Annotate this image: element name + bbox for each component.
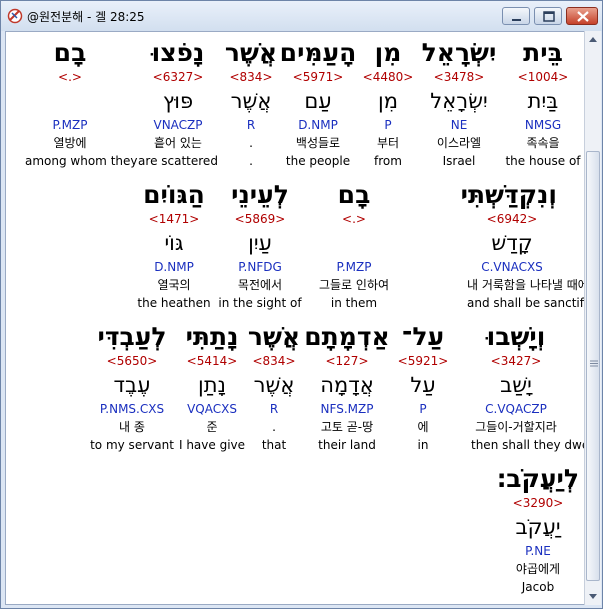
word-block[interactable]: לְעַבְדִּי <5650> עֶבֶד P.NMS.CXS 내 종 to my s… (87, 322, 177, 454)
strong-number: <5869> (234, 212, 286, 226)
hebrew-word: וְנִקְדַּשְׁתִּי (460, 180, 557, 209)
hebrew-word: נָפֹצוּ (151, 38, 205, 67)
korean-gloss: 그들이-거할지라 (475, 420, 557, 434)
korean-gloss: 목전에서 (237, 278, 283, 292)
word-block[interactable]: וְיָשְׁבוּ <3427> יָשַׁב C.VQACZP 그들이-거할지라 th… (471, 322, 585, 454)
lexical-form: יָשַׁב (500, 373, 532, 397)
scrollbar-thumb[interactable] (586, 151, 600, 581)
korean-gloss: 내 종 (119, 420, 145, 434)
grip-icon (590, 360, 598, 367)
morphology-code: P.NMS.CXS (99, 402, 165, 416)
morphology-code: P.MZP (52, 118, 88, 132)
maximize-button[interactable] (534, 7, 562, 25)
strong-number: <1471> (148, 212, 200, 226)
lexical-form: קָדַשׁ (491, 231, 533, 255)
minimize-icon (512, 19, 521, 21)
morphology-code: P.MZP (336, 260, 372, 274)
word-block[interactable]: בָם <.> P.MZP 그들로 인하여 in them (309, 180, 399, 312)
vertical-scrollbar[interactable] (584, 31, 601, 605)
word-block[interactable]: הַגּוֹיִם <1471> גּוֹי D.NMP 열국의 the heathen (129, 180, 219, 312)
korean-gloss: 내 거룩함을 나타낼 때에 (467, 278, 585, 292)
morphology-code: C.VNACXS (481, 260, 543, 274)
strong-number: <3290> (512, 496, 564, 510)
strong-number: <6327> (152, 70, 204, 84)
morphology-code: VQACXS (187, 402, 237, 416)
minimize-button[interactable] (502, 7, 530, 25)
korean-gloss: 흩어 있는 (154, 136, 202, 150)
hebrew-word: וְיָשְׁבוּ (486, 322, 546, 351)
word-block[interactable]: בָם <.> P.MZP 열방에 among whom they (25, 38, 138, 170)
morphology-code: NMSG (524, 118, 562, 132)
strong-number: <3427> (490, 354, 542, 368)
korean-gloss: 족속을 (526, 136, 560, 150)
english-gloss: Jacob (521, 580, 555, 594)
morphology-code: C.VQACZP (485, 402, 547, 416)
korean-gloss: 열국의 (157, 278, 191, 292)
verse-analysis-panel: בֵּית <1004> בַּיִת NMSG 족속을 the house of יִשְ… (5, 31, 585, 605)
morphology-code: P.NFDG (238, 260, 282, 274)
lexical-form: עַיִן (248, 231, 272, 255)
english-gloss: among whom they (25, 154, 138, 168)
english-gloss: I have give (178, 438, 246, 452)
app-window: @원전분해 - 겔 28:25 בֵּית <1004> בַּיִת NMSG 족속을… (0, 0, 603, 609)
word-block[interactable]: בֵּית <1004> בַּיִת NMSG 족속을 the house of (498, 38, 584, 170)
close-button[interactable] (566, 7, 598, 25)
strong-number: <1004> (517, 70, 569, 84)
english-gloss: in them (330, 296, 378, 310)
lexical-form: יַעֲקֹב (515, 515, 561, 539)
hebrew-word: בֵּית (523, 38, 563, 67)
morphology-code: P.NE (525, 544, 551, 558)
strong-number: <5414> (186, 354, 238, 368)
scroll-up-icon[interactable] (585, 31, 601, 48)
title-bar[interactable]: @원전분해 - 겔 28:25 (1, 1, 602, 31)
lexical-form: גּוֹי (164, 231, 184, 255)
lexical-form: בַּיִת (527, 89, 559, 113)
app-icon (7, 8, 23, 24)
hebrew-word: לְיַעֲקֹב׃ (496, 464, 580, 493)
word-block[interactable]: וְנִקְדַּשְׁתִּי <6942> קָדַשׁ C.VNACXS 내 거룩… (460, 180, 585, 312)
korean-gloss: 준 (206, 420, 218, 434)
hebrew-word: נָתַתִּי (185, 322, 239, 351)
strong-number: <5650> (106, 354, 158, 368)
hebrew-word: בָם (53, 38, 87, 67)
word-block[interactable]: נָתַתִּי <5414> נָתַן VQACXS 준 I have give (167, 322, 257, 454)
hebrew-word: בָם (337, 180, 371, 209)
english-gloss: and shall be sanctified (467, 296, 584, 310)
strong-number: <.> (58, 70, 82, 84)
lexical-form (25, 86, 115, 116)
lexical-form: עֶבֶד (113, 373, 151, 397)
word-block[interactable]: נָפֹצוּ <6327> פּוּץ VNACZP 흩어 있는 are scatter… (133, 38, 223, 170)
korean-gloss: 야곱에게 (515, 562, 561, 576)
english-gloss: are scattered (138, 154, 218, 168)
morphology-code: D.NMP (154, 260, 194, 274)
scroll-down-icon[interactable] (585, 588, 601, 605)
lexical-form: פּוּץ (162, 89, 194, 113)
english-gloss: then shall they dwell (471, 438, 585, 452)
korean-gloss: 열방에 (53, 136, 87, 150)
hebrew-word: הַגּוֹיִם (143, 180, 205, 209)
maximize-icon (543, 11, 555, 22)
hebrew-word: לְעֵינֵי (231, 180, 289, 209)
word-block[interactable]: לְיַעֲקֹב׃ <3290> יַעֲקֹב P.NE 야곱에게 Jacob (493, 464, 583, 596)
lexical-form: נָתַן (198, 373, 226, 397)
korean-gloss: 그들로 인하여 (318, 278, 390, 292)
strong-number: <.> (342, 212, 366, 226)
hebrew-word: לְעַבְדִּי (97, 322, 167, 351)
english-gloss: in the sight of (218, 296, 302, 310)
close-icon (577, 11, 589, 22)
english-gloss: the heathen (137, 296, 211, 310)
strong-number: <6942> (486, 212, 538, 226)
window-title: @원전분해 - 겔 28:25 (27, 10, 145, 24)
morphology-code: VNACZP (153, 118, 203, 132)
word-block[interactable]: לְעֵינֵי <5869> עַיִן P.NFDG 목전에서 in the sigh… (215, 180, 305, 312)
english-gloss: the house of (505, 154, 581, 168)
lexical-form (309, 228, 399, 258)
english-gloss: to my servant (90, 438, 174, 452)
